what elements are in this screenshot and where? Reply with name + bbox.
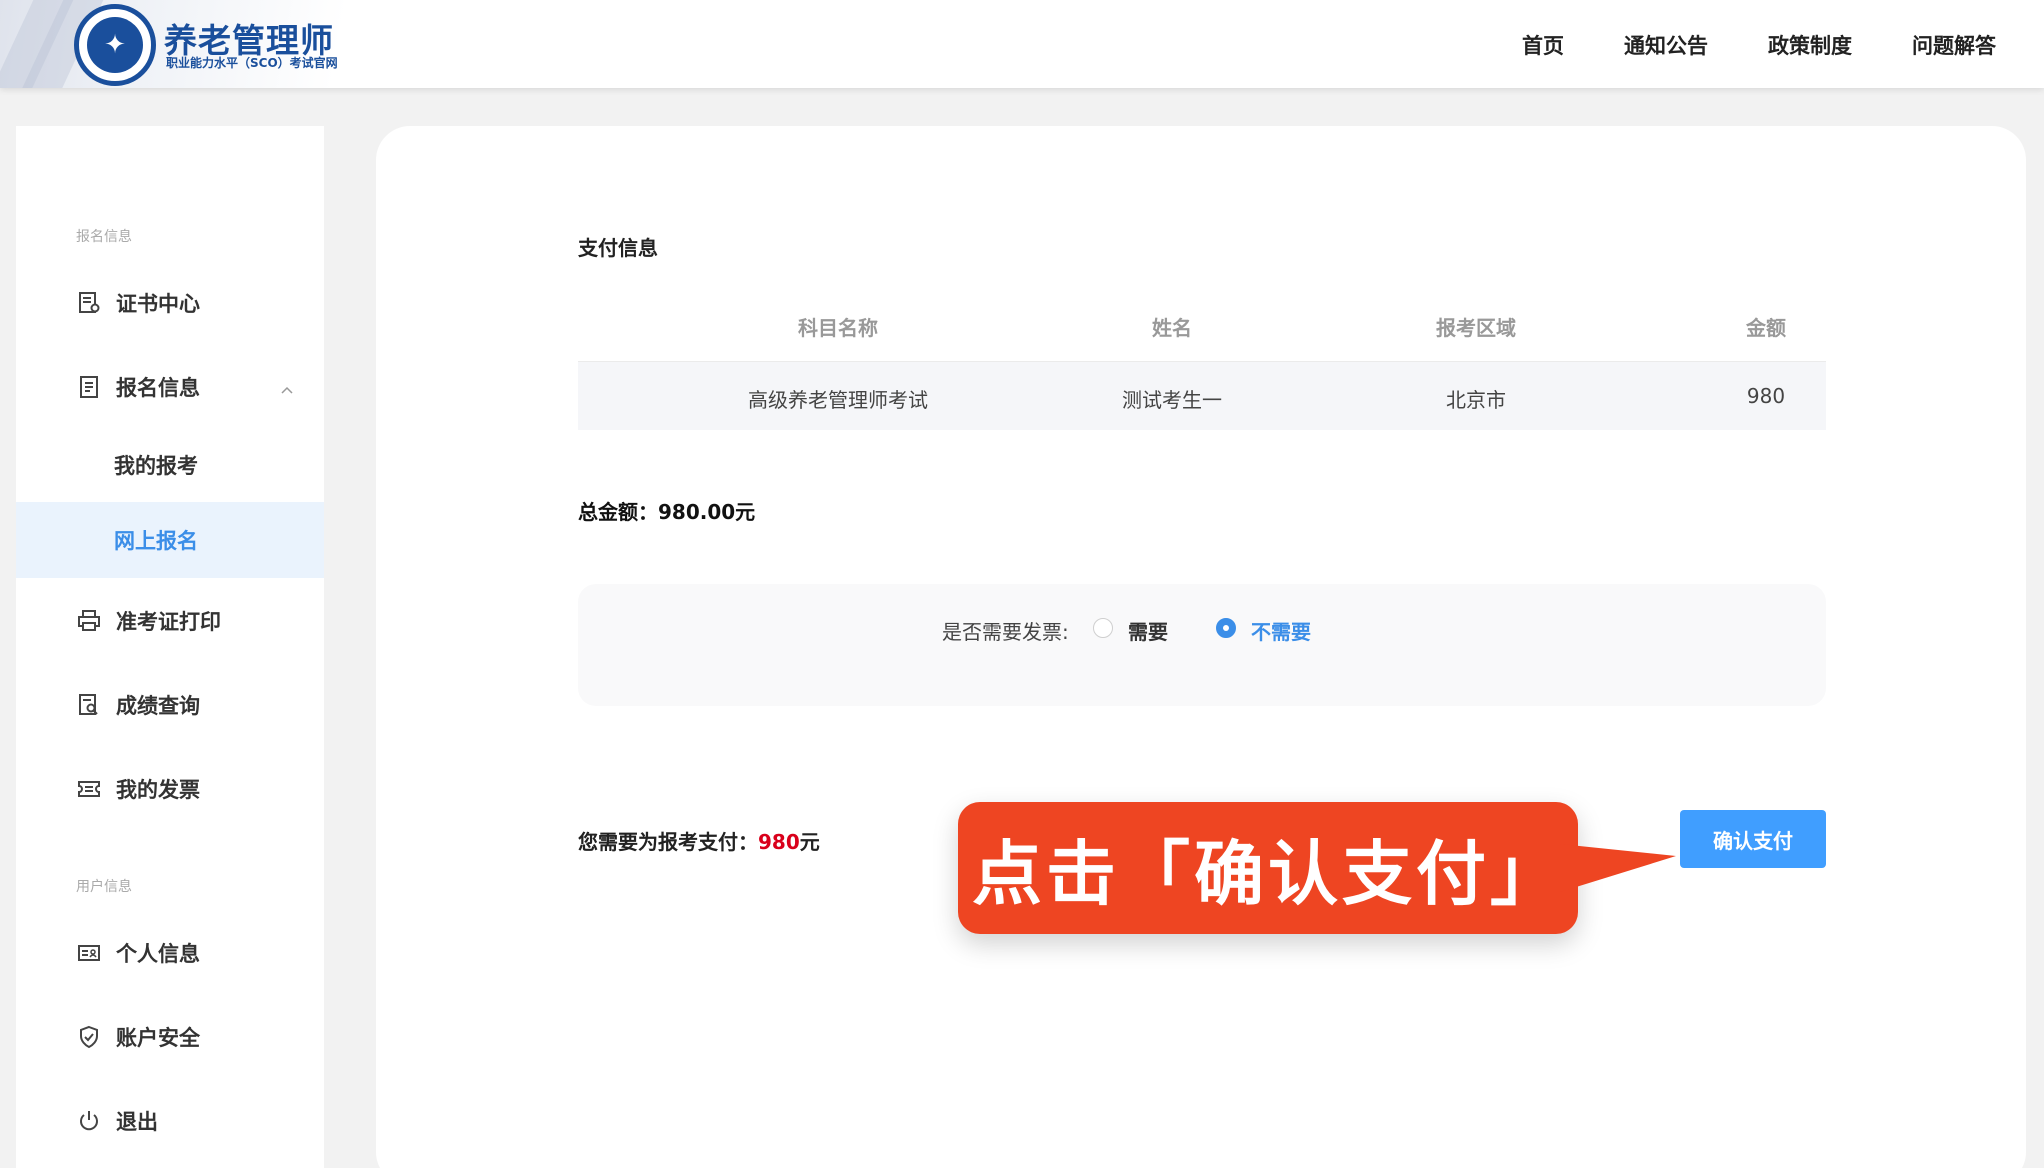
cell-amount: 980 xyxy=(1746,384,1786,408)
logo-emblem-icon[interactable]: ✦ xyxy=(74,4,156,86)
column-header-region: 报考区域 xyxy=(1436,316,1516,340)
sidebar-item-label: 网上报名 xyxy=(114,529,198,553)
column-header-amount: 金额 xyxy=(1746,316,1786,340)
payment-due-unit: 元 xyxy=(799,830,820,854)
sidebar-item-label: 我的发票 xyxy=(116,778,200,802)
sidebar-item-label: 成绩查询 xyxy=(116,694,200,718)
cell-subject: 高级养老管理师考试 xyxy=(748,388,928,412)
payment-due: 您需要为报考支付：980元 xyxy=(578,826,820,855)
sidebar-item-my-exams[interactable]: 我的报考 xyxy=(16,430,324,500)
site-subtitle: 职业能力水平（SCO）考试官网 xyxy=(166,56,338,70)
sidebar-section-registration: 报名信息 xyxy=(76,229,132,245)
form-icon xyxy=(76,374,102,400)
invoice-yes-label[interactable]: 需要 xyxy=(1128,616,1168,645)
sidebar-item-online-registration[interactable]: 网上报名 xyxy=(16,502,324,578)
payment-due-amount: 980 xyxy=(758,830,800,854)
invoice-no-label[interactable]: 不需要 xyxy=(1251,616,1311,645)
sidebar-item-label: 准考证打印 xyxy=(116,610,221,634)
invoice-yes-radio[interactable] xyxy=(1093,618,1113,638)
printer-icon xyxy=(76,608,102,634)
cell-name: 测试考生一 xyxy=(1122,388,1222,412)
sidebar-item-account-security[interactable]: 账户安全 xyxy=(16,1002,324,1072)
invoice-no-radio[interactable] xyxy=(1216,618,1236,638)
certificate-icon xyxy=(76,290,102,316)
shield-icon xyxy=(76,1024,102,1050)
sidebar-section-user: 用户信息 xyxy=(76,879,132,895)
search-doc-icon xyxy=(76,692,102,718)
chevron-up-icon[interactable] xyxy=(280,378,294,402)
nav-faq[interactable]: 问题解答 xyxy=(1912,30,1996,60)
sidebar-item-profile[interactable]: 个人信息 xyxy=(16,918,324,988)
confirm-payment-button[interactable]: 确认支付 xyxy=(1680,810,1826,868)
sidebar-item-my-invoices[interactable]: 我的发票 xyxy=(16,754,324,824)
nav-policies[interactable]: 政策制度 xyxy=(1768,30,1852,60)
invoice-option-box xyxy=(578,584,1826,706)
power-icon xyxy=(76,1108,102,1134)
nav-notices[interactable]: 通知公告 xyxy=(1624,30,1708,60)
top-header: ✦ 养老管理师 职业能力水平（SCO）考试官网 首页 通知公告 政策制度 问题解… xyxy=(0,0,2044,88)
column-header-name: 姓名 xyxy=(1152,316,1192,340)
sidebar-item-admission-print[interactable]: 准考证打印 xyxy=(16,586,324,656)
total-amount: 总金额：980.00元 xyxy=(578,500,756,524)
sidebar-item-label: 账户安全 xyxy=(116,1026,200,1050)
callout-pointer xyxy=(1560,844,1676,892)
sidebar-item-label: 退出 xyxy=(116,1110,158,1134)
column-header-subject: 科目名称 xyxy=(798,316,878,340)
sidebar-item-label: 证书中心 xyxy=(116,292,200,316)
instruction-callout: 点击「确认支付」 xyxy=(958,802,1578,934)
sidebar-item-certificates[interactable]: 证书中心 xyxy=(16,268,324,338)
id-card-icon xyxy=(76,940,102,966)
sidebar: 报名信息 证书中心 报名信息 我的报考 网上报名 准考证打印 成绩查询 我的发票… xyxy=(16,126,324,1168)
sidebar-item-logout[interactable]: 退出 xyxy=(16,1086,324,1156)
ticket-icon xyxy=(76,776,102,802)
payment-due-label: 您需要为报考支付： xyxy=(578,830,758,854)
payment-title: 支付信息 xyxy=(578,236,658,260)
sidebar-item-label: 我的报考 xyxy=(114,454,198,478)
cell-region: 北京市 xyxy=(1446,388,1506,412)
sidebar-item-score-query[interactable]: 成绩查询 xyxy=(16,670,324,740)
sidebar-item-label: 个人信息 xyxy=(116,942,200,966)
sidebar-item-registration[interactable]: 报名信息 xyxy=(16,352,324,422)
invoice-question-label: 是否需要发票: xyxy=(942,620,1069,644)
nav-home[interactable]: 首页 xyxy=(1522,30,1564,60)
sidebar-item-label: 报名信息 xyxy=(116,376,200,400)
